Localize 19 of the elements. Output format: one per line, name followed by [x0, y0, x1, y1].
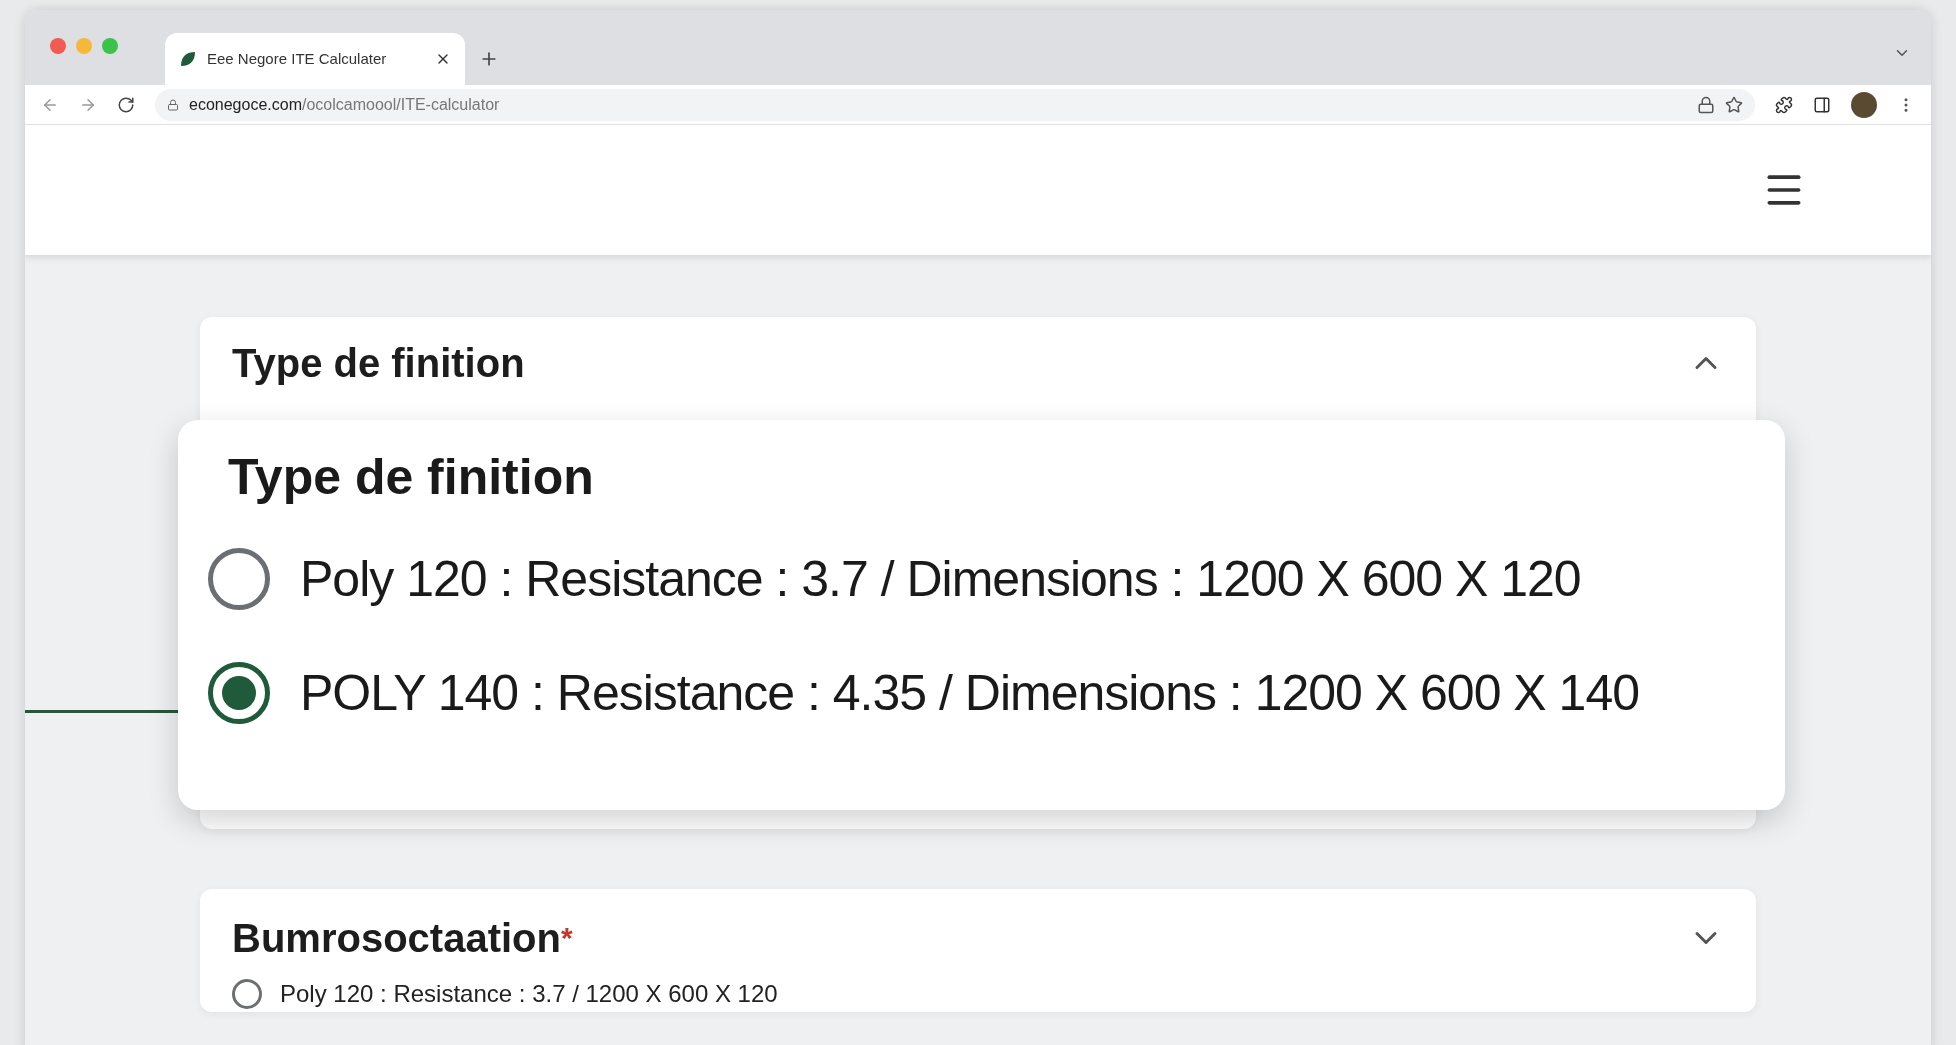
reload-icon[interactable] [117, 95, 135, 114]
required-asterisk: * [560, 920, 573, 956]
address-bar[interactable]: econegoce.com/ocolcamoool/ITE-calculator [155, 88, 1755, 121]
panel-title: Type de finition [232, 343, 525, 383]
panel-title: Bumrosoctaation [232, 917, 561, 958]
option-label: Poly 120 : Resistance : 3.7 / 1200 X 600 X 120 [280, 979, 778, 1009]
profile-avatar[interactable] [1851, 91, 1877, 118]
browser-tab[interactable]: Eee Negore ITE Calculater [165, 33, 465, 85]
bookmark-star-icon[interactable] [1725, 95, 1743, 114]
extensions-icon[interactable] [1775, 95, 1793, 114]
radio-button[interactable] [232, 979, 262, 1009]
option-label: Poly 120 : Resistance : 3.7 / Dimensions : 1200 X 600 X 120 [300, 554, 1581, 604]
side-panel-icon[interactable] [1813, 95, 1831, 114]
lock-icon [167, 98, 179, 111]
close-window-icon[interactable] [50, 38, 66, 54]
option-label: POLY 140 : Resistance : 4.35 / Dimensions : 1200 X 600 X 140 [300, 668, 1639, 718]
padlock-icon[interactable] [1697, 95, 1715, 114]
popup-title: Type de finition [228, 452, 595, 502]
leaf-icon [179, 50, 197, 68]
